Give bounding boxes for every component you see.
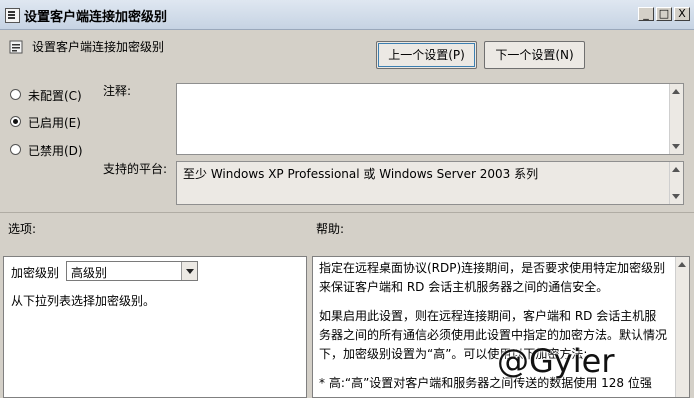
options-instruction-text: 从下拉列表选择加密级别。 <box>11 294 156 308</box>
radio-disabled-label: 已禁用(D) <box>28 144 83 158</box>
radio-not-configured-label: 未配置(C) <box>28 89 82 103</box>
scroll-up-arrow-icon[interactable] <box>678 262 686 267</box>
help-section-label: 帮助: <box>316 222 345 236</box>
help-paragraph: 如果启用此设置，则在远程连接期间，客户端和 RD 会话主机服务器之间的所有通信必… <box>319 309 668 361</box>
comment-textarea[interactable] <box>176 83 684 155</box>
comment-label: 注释: <box>103 84 132 98</box>
watermark-text: @Gyier <box>497 342 615 380</box>
next-setting-button[interactable]: 下一个设置(N) <box>484 41 585 69</box>
radio-disabled-indicator[interactable] <box>10 144 21 155</box>
window-title: 设置客户端连接加密级别 <box>24 10 168 25</box>
encryption-level-dropdown[interactable]: 高级别 <box>66 261 198 281</box>
help-text: 指定在远程桌面协议(RDP)连接期间，是否要求使用特定加密级别来保证客户端和 R… <box>319 259 668 397</box>
scroll-down-arrow-icon[interactable] <box>672 144 680 149</box>
close-button[interactable]: X <box>674 7 690 21</box>
scroll-down-arrow-icon[interactable] <box>672 194 680 199</box>
previous-setting-button[interactable]: 上一个设置(P) <box>376 41 477 69</box>
title-bar[interactable]: 设置客户端连接加密级别 _ □ X <box>0 0 694 30</box>
policy-app-icon <box>5 8 20 23</box>
supported-platform-label: 支持的平台: <box>103 162 168 176</box>
help-paragraph: 指定在远程桌面协议(RDP)连接期间，是否要求使用特定加密级别来保证客户端和 R… <box>319 261 666 294</box>
help-paragraph: * 高:“高”设置对客户端和服务器之间传送的数据使用 128 位强 <box>319 376 652 390</box>
radio-enabled-indicator[interactable] <box>10 116 21 127</box>
radio-not-configured-indicator[interactable] <box>10 89 21 100</box>
policy-setting-icon <box>9 40 23 54</box>
scroll-up-arrow-icon[interactable] <box>672 167 680 172</box>
supported-platform-box: 至少 Windows XP Professional 或 Windows Ser… <box>176 161 684 205</box>
scroll-up-arrow-icon[interactable] <box>672 89 680 94</box>
minimize-button[interactable]: _ <box>638 7 654 21</box>
comment-scrollbar[interactable] <box>669 84 683 154</box>
supported-platform-value: 至少 Windows XP Professional 或 Windows Ser… <box>183 167 539 181</box>
setting-name-label: 设置客户端连接加密级别 <box>32 40 165 54</box>
options-section-label: 选项: <box>8 222 37 236</box>
encryption-level-value: 高级别 <box>71 266 108 280</box>
maximize-button[interactable]: □ <box>656 7 672 21</box>
section-divider <box>0 212 694 213</box>
encryption-level-label: 加密级别 <box>11 266 60 280</box>
platform-scrollbar[interactable] <box>669 162 683 204</box>
radio-enabled-label: 已启用(E) <box>28 116 81 130</box>
help-scrollbar[interactable] <box>675 257 689 397</box>
chevron-down-icon[interactable] <box>181 262 197 280</box>
policy-dialog-window: 设置客户端连接加密级别 _ □ X 设置客户端连接加密级别 上一个设置(P) 下… <box>0 0 694 398</box>
options-panel: 加密级别 高级别 从下拉列表选择加密级别。 <box>3 256 307 398</box>
